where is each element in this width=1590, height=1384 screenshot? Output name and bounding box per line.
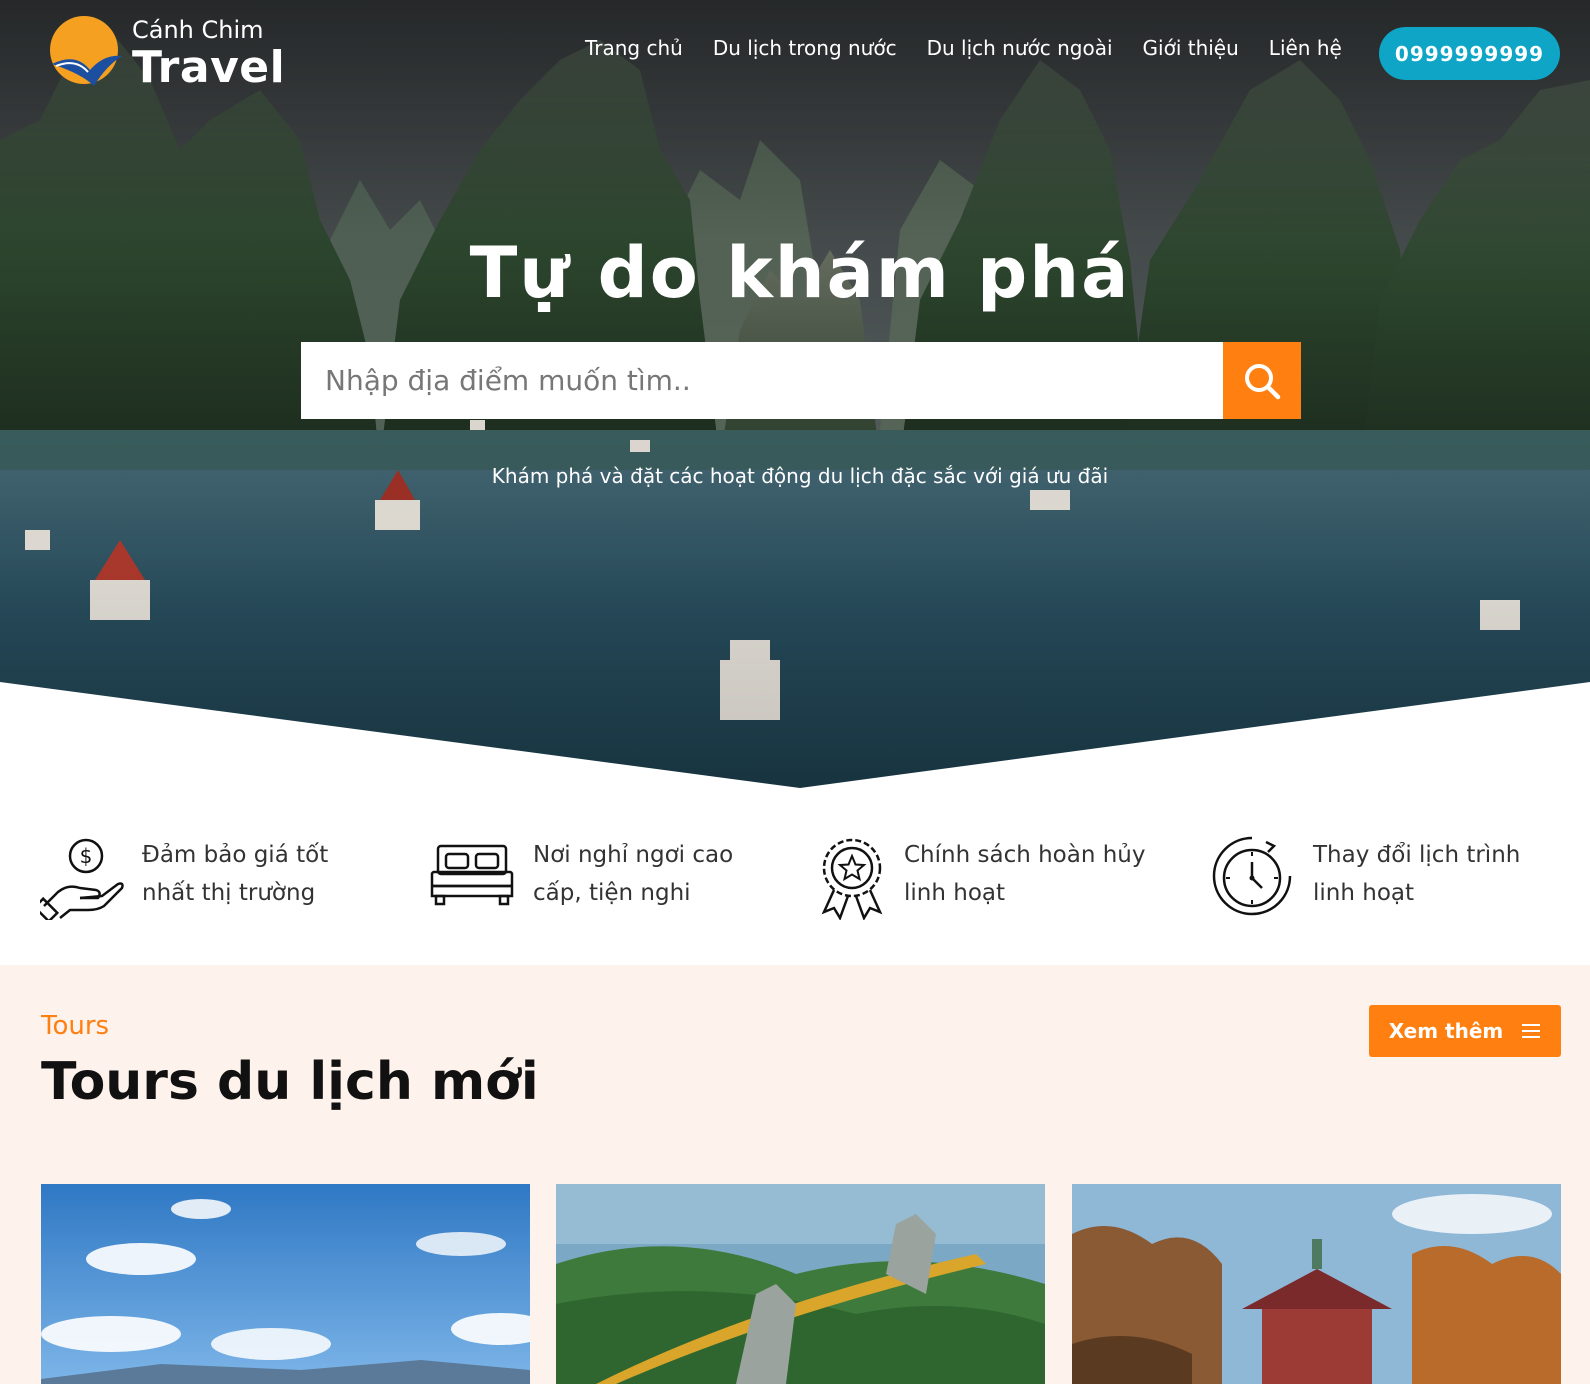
feature-line-2: cấp, tiện nghi [533, 880, 691, 906]
nav-item-home[interactable]: Trang chủ [585, 36, 683, 60]
view-more-button[interactable]: Xem thêm [1369, 1005, 1561, 1057]
tour-card-3[interactable] [1072, 1184, 1561, 1384]
feature-best-price: $ Đảm bảo giá tốt nhất thị trường [40, 830, 400, 930]
nav-item-domestic-tours[interactable]: Du lịch trong nước [713, 36, 897, 60]
feature-line-2: linh hoạt [1313, 880, 1415, 906]
bed-icon [430, 844, 514, 906]
feature-line-2: linh hoạt [904, 880, 1006, 906]
logo-subtitle: Cánh Chim [132, 16, 264, 44]
nav-item-international-tours[interactable]: Du lịch nước ngoài [927, 36, 1113, 60]
menu-icon [1522, 1024, 1541, 1038]
tour-card-1[interactable] [41, 1184, 530, 1384]
main-navigation: Trang chủ Du lịch trong nước Du lịch nướ… [585, 36, 1372, 60]
tours-section: Tours Tours du lịch mới Xem thêm [0, 965, 1590, 1384]
feature-cancellation-policy: Chính sách hoàn hủy linh hoạt [818, 830, 1178, 930]
nav-item-about[interactable]: Giới thiệu [1143, 36, 1239, 60]
feature-line-1: Nơi nghỉ ngơi cao [533, 842, 734, 868]
logo-title: Travel [132, 42, 286, 93]
feature-best-price-text: Đảm bảo giá tốt nhất thị trường [142, 836, 328, 912]
phone-call-button[interactable]: 0999999999 [1379, 27, 1560, 80]
bird-sun-logo-icon [50, 16, 122, 86]
nav-item-contact[interactable]: Liên hệ [1269, 36, 1342, 60]
feature-line-1: Chính sách hoàn hủy [904, 842, 1146, 868]
destination-search-input[interactable] [301, 342, 1223, 419]
view-more-label: Xem thêm [1388, 1019, 1504, 1043]
feature-cancellation-text: Chính sách hoàn hủy linh hoạt [904, 836, 1146, 912]
site-logo[interactable]: Cánh Chim Travel [46, 10, 286, 93]
hand-coin-icon: $ [40, 838, 124, 920]
hero-section: Cánh Chim Travel Trang chủ Du lịch trong… [0, 0, 1590, 790]
feature-line-2: nhất thị trường [142, 880, 316, 906]
feature-flexible-schedule: Thay đổi lịch trình linh hoạt [1210, 830, 1570, 930]
feature-line-1: Đảm bảo giá tốt [142, 842, 329, 868]
tour-card-2[interactable] [556, 1184, 1045, 1384]
tour-card-image-pagoda [1072, 1184, 1561, 1384]
section-kicker: Tours [41, 1011, 110, 1041]
feature-schedule-text: Thay đổi lịch trình linh hoạt [1313, 836, 1520, 912]
feature-accommodation-text: Nơi nghỉ ngơi cao cấp, tiện nghi [533, 836, 733, 912]
tour-card-image-sky [41, 1184, 530, 1384]
clock-refresh-icon [1212, 836, 1292, 916]
svg-text:$: $ [80, 844, 93, 868]
feature-line-1: Thay đổi lịch trình [1313, 842, 1521, 868]
award-badge-icon [821, 838, 883, 920]
hero-title: Tự do khám phá [469, 232, 1131, 314]
hero-subtitle: Khám phá và đặt các hoạt động du lịch đặ… [491, 464, 1109, 488]
section-title: Tours du lịch mới [41, 1052, 539, 1112]
search-button[interactable] [1223, 342, 1301, 419]
feature-accommodation: Nơi nghỉ ngơi cao cấp, tiện nghi [430, 830, 790, 930]
features-section: $ Đảm bảo giá tốt nhất thị trường Nơi ng… [0, 830, 1590, 965]
search-bar [301, 342, 1301, 419]
tour-card-image-golden-bridge [556, 1184, 1045, 1384]
search-icon [1245, 363, 1281, 399]
